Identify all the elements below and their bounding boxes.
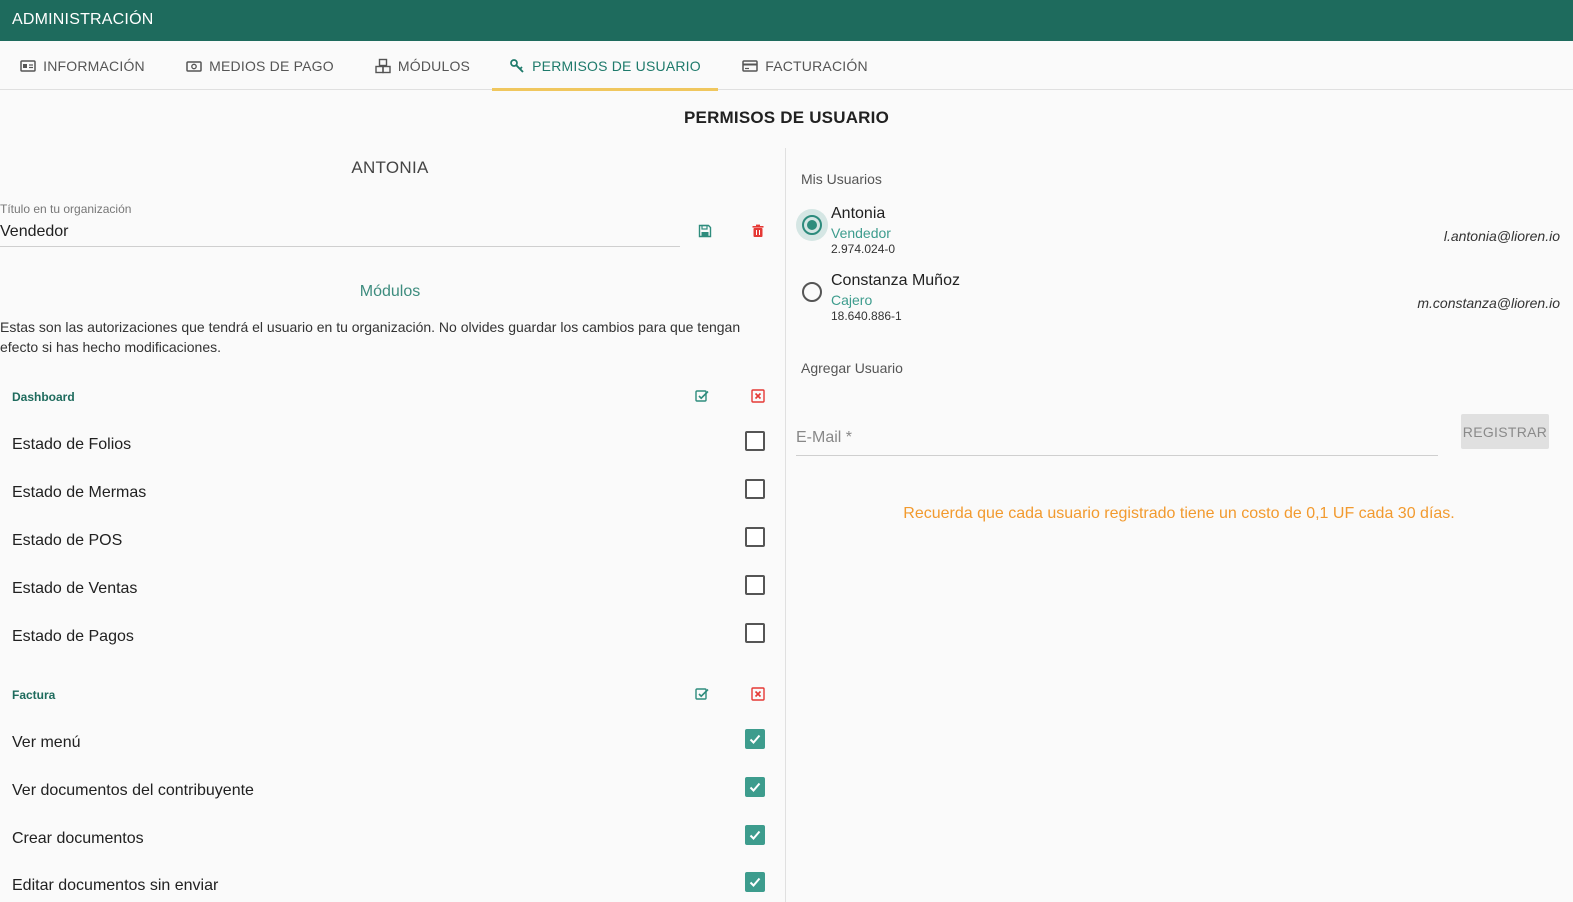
permission-label: Estado de Pagos xyxy=(12,628,134,645)
permission-row: Ver documentos del contribuyente xyxy=(12,777,772,807)
app-title: ADMINISTRACIÓN xyxy=(12,11,154,28)
tab-facturacion[interactable]: FACTURACIÓN xyxy=(735,41,875,90)
permission-checkbox[interactable] xyxy=(745,575,765,595)
permission-row: Crear documentos xyxy=(12,825,772,855)
permission-label: Crear documentos xyxy=(12,830,144,847)
tab-label: INFORMACIÓN xyxy=(43,57,145,74)
tab-bar: INFORMACIÓN MEDIOS DE PAGO MÓDULOS PERMI… xyxy=(0,41,1573,91)
page-title: PERMISOS DE USUARIO xyxy=(684,108,889,127)
title-field-input[interactable]: Vendedor xyxy=(0,223,69,241)
id-card-icon xyxy=(20,59,36,72)
user-role: Vendedor xyxy=(831,225,891,241)
permission-checkbox[interactable] xyxy=(745,825,765,845)
permission-row: Estado de Ventas xyxy=(12,575,772,605)
check-all-icon[interactable] xyxy=(695,389,709,403)
permission-checkbox[interactable] xyxy=(745,729,765,749)
credit-card-icon xyxy=(742,59,758,72)
check-all-icon[interactable] xyxy=(695,687,709,701)
selected-user-name: ANTONIA xyxy=(351,158,429,177)
cubes-icon xyxy=(375,58,391,73)
section-title-dashboard: Dashboard xyxy=(12,390,75,404)
tab-modulos[interactable]: MÓDULOS xyxy=(365,41,480,90)
permission-row: Ver menú xyxy=(12,729,772,759)
tab-label: FACTURACIÓN xyxy=(765,57,868,74)
permission-checkbox[interactable] xyxy=(745,777,765,797)
save-icon[interactable] xyxy=(698,224,712,238)
user-rut: 2.974.024-0 xyxy=(831,242,896,256)
user-rut: 18.640.886-1 xyxy=(831,309,902,323)
modules-description: Estas son las autorizaciones que tendrá … xyxy=(0,319,741,355)
tab-label: MÓDULOS xyxy=(397,57,471,74)
check-icon xyxy=(749,877,761,887)
check-icon xyxy=(749,782,761,792)
user-role: Cajero xyxy=(831,292,873,308)
permission-checkbox[interactable] xyxy=(745,527,765,547)
money-icon xyxy=(186,60,202,72)
app-bar: ADMINISTRACIÓN xyxy=(0,0,1573,41)
permission-checkbox[interactable] xyxy=(745,431,765,451)
permission-label: Estado de Mermas xyxy=(12,484,147,501)
section-title-factura: Factura xyxy=(12,688,56,702)
user-list-item[interactable]: Antonia Vendedor 2.974.024-0 l.antonia@l… xyxy=(796,205,1566,265)
permission-label: Estado de Folios xyxy=(12,436,132,453)
tab-label: MEDIOS DE PAGO xyxy=(209,57,334,74)
check-icon xyxy=(749,734,761,744)
user-email: l.antonia@lioren.io xyxy=(1443,228,1560,244)
uncheck-all-icon[interactable] xyxy=(751,389,765,403)
permission-checkbox[interactable] xyxy=(745,623,765,643)
permission-label: Ver documentos del contribuyente xyxy=(12,782,254,799)
user-radio[interactable] xyxy=(796,209,828,241)
user-name: Antonia xyxy=(831,205,886,222)
title-field-label: Título en tu organización xyxy=(0,202,132,216)
permission-checkbox[interactable] xyxy=(745,872,765,892)
permission-label: Editar documentos sin enviar xyxy=(12,877,219,894)
cost-notice: Recuerda que cada usuario registrado tie… xyxy=(903,505,1455,522)
uncheck-all-icon[interactable] xyxy=(751,687,765,701)
modules-title: Módulos xyxy=(359,283,421,300)
title-field-underline xyxy=(0,246,680,247)
permission-checkbox[interactable] xyxy=(745,479,765,499)
user-list-item[interactable]: Constanza Muñoz Cajero 18.640.886-1 m.co… xyxy=(796,272,1566,332)
register-button[interactable]: REGISTRAR xyxy=(1461,414,1549,449)
add-user-title: Agregar Usuario xyxy=(801,360,903,376)
column-divider xyxy=(785,148,786,902)
permission-row: Estado de Pagos xyxy=(12,623,772,653)
trash-icon[interactable] xyxy=(751,224,765,238)
permission-row: Estado de Folios xyxy=(12,431,772,461)
permission-label: Ver menú xyxy=(12,734,81,751)
my-users-title: Mis Usuarios xyxy=(801,171,882,187)
user-radio[interactable] xyxy=(802,282,822,302)
user-email: m.constanza@lioren.io xyxy=(1417,295,1560,311)
permission-label: Estado de Ventas xyxy=(12,580,138,597)
permission-row: Estado de POS xyxy=(12,527,772,557)
check-icon xyxy=(749,830,761,840)
tab-medios-de-pago[interactable]: MEDIOS DE PAGO xyxy=(180,41,340,90)
permission-label: Estado de POS xyxy=(12,532,123,549)
permission-row: Estado de Mermas xyxy=(12,479,772,509)
permission-row: Editar documentos sin enviar xyxy=(12,872,772,902)
email-input[interactable] xyxy=(796,420,1438,456)
tab-label: PERMISOS DE USUARIO xyxy=(532,57,701,74)
key-icon xyxy=(510,58,524,73)
tab-informacion[interactable]: INFORMACIÓN xyxy=(10,41,155,90)
user-name: Constanza Muñoz xyxy=(831,272,960,289)
tab-permisos-de-usuario[interactable]: PERMISOS DE USUARIO xyxy=(492,41,718,91)
